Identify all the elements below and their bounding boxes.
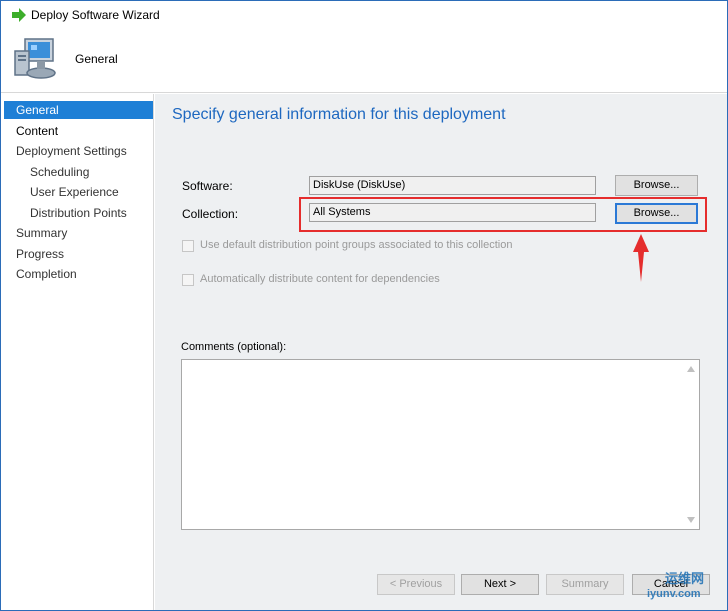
software-browse-button[interactable]: Browse... [615, 175, 698, 196]
comments-label: Comments (optional): [181, 341, 287, 353]
nav-item-deployment-settings[interactable]: Deployment Settings [16, 142, 127, 160]
software-label: Software: [182, 179, 233, 193]
next-button[interactable]: Next > [461, 574, 539, 595]
red-highlight-box [299, 197, 707, 232]
comments-scrollbar[interactable] [683, 360, 699, 529]
computer-icon [14, 38, 56, 79]
nav-item-scheduling[interactable]: Scheduling [30, 163, 89, 181]
comments-textarea[interactable] [181, 359, 700, 530]
nav-item-content[interactable]: Content [16, 122, 58, 140]
wizard-window: Deploy Software Wizard General General C… [0, 0, 728, 611]
sidebar-nav: General Content Deployment Settings Sche… [1, 94, 154, 610]
default-groups-checkbox[interactable] [182, 240, 194, 252]
nav-item-distribution-points[interactable]: Distribution Points [30, 204, 127, 222]
dependencies-checkbox-label: Automatically distribute content for dep… [200, 273, 440, 285]
default-groups-checkbox-label: Use default distribution point groups as… [200, 239, 513, 251]
title-bar: Deploy Software Wizard [1, 1, 727, 29]
window-title: Deploy Software Wizard [31, 8, 160, 22]
software-field: DiskUse (DiskUse) [309, 176, 596, 195]
nav-item-progress[interactable]: Progress [16, 245, 64, 263]
previous-button[interactable]: < Previous [377, 574, 455, 595]
collection-label: Collection: [182, 207, 239, 221]
scroll-up-icon[interactable] [687, 366, 695, 372]
nav-item-summary[interactable]: Summary [16, 224, 67, 242]
dependencies-checkbox[interactable] [182, 274, 194, 286]
page-title: General [75, 52, 118, 66]
green-arrow-icon [12, 8, 26, 22]
page-header: General [1, 29, 727, 93]
section-heading: Specify general information for this dep… [172, 106, 506, 123]
scroll-down-icon[interactable] [687, 517, 695, 523]
watermark-text: 运维网 [665, 571, 705, 586]
main-panel: Specify general information for this dep… [155, 94, 727, 610]
nav-item-completion[interactable]: Completion [16, 265, 77, 283]
nav-item-user-experience[interactable]: User Experience [30, 183, 119, 201]
red-arrow-annotation [633, 234, 649, 282]
summary-button[interactable]: Summary [546, 574, 624, 595]
nav-item-general[interactable]: General [4, 101, 153, 119]
watermark-subtext: iyunv.com [647, 588, 701, 600]
